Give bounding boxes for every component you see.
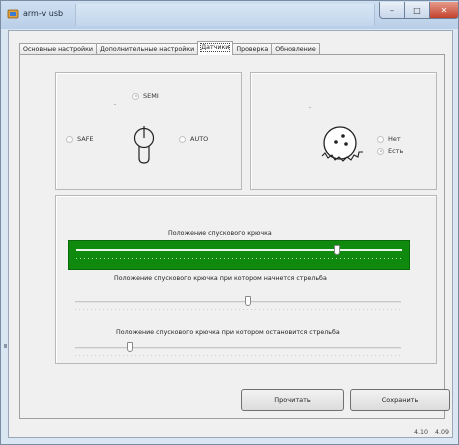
radio-semi[interactable]: SEMI — [132, 92, 159, 100]
minimize-icon: – — [390, 5, 394, 15]
version-left: 4.10 — [414, 429, 429, 436]
read-button[interactable]: Прочитать — [241, 389, 344, 411]
client-area: Основные настройки Дополнительные настро… — [8, 30, 453, 438]
title-bar[interactable]: arm-v usb – □ ✕ — [1, 1, 459, 29]
radio-no-magazine[interactable]: Нет — [377, 135, 401, 143]
fire-start-track[interactable] — [75, 301, 401, 303]
save-button[interactable]: Сохранить — [350, 389, 450, 411]
trigger-position-thumb — [333, 245, 340, 255]
minimize-button[interactable]: – — [379, 2, 405, 19]
gear-icon — [321, 126, 363, 162]
title-strip — [75, 4, 375, 26]
fire-stop-label: Положение спускового крючка при котором … — [116, 329, 340, 336]
magazine-group: . Нет Есть — [250, 72, 437, 190]
close-icon: ✕ — [440, 5, 448, 15]
window-title: arm-v usb — [23, 9, 64, 18]
trigger-position-label: Положение спускового крючка — [168, 230, 272, 237]
radio-no-label: Нет — [388, 135, 401, 143]
fire-start-label: Положение спускового крючка при котором … — [114, 275, 327, 282]
trigger-group: Положение спускового крючка Положение сп… — [55, 195, 437, 364]
radio-safe[interactable]: SAFE — [66, 135, 94, 143]
fire-selector-icon — [133, 126, 155, 164]
trigger-position-track — [68, 240, 410, 270]
fire-stop-track[interactable] — [75, 347, 401, 349]
radio-auto[interactable]: AUTO — [179, 135, 208, 143]
close-button[interactable]: ✕ — [429, 2, 459, 19]
radio-yes-indicator[interactable] — [377, 147, 384, 155]
version-right: 4.09 — [435, 429, 450, 436]
radio-has-magazine[interactable]: Есть — [377, 147, 403, 155]
radio-yes-label: Есть — [388, 147, 404, 155]
app-icon — [7, 9, 19, 19]
window-edge-mark — [4, 344, 7, 348]
maximize-button[interactable]: □ — [404, 2, 430, 19]
trigger-position-line — [76, 249, 402, 251]
radio-safe-indicator[interactable] — [66, 135, 73, 143]
radio-auto-indicator[interactable] — [179, 135, 186, 143]
maximize-icon: □ — [413, 5, 421, 15]
tab-sensors[interactable]: Датчики — [197, 41, 234, 55]
radio-semi-indicator[interactable] — [132, 92, 139, 100]
sensors-tab-panel: . SEMI SAFE AUTO . Нет Есть Положение сп… — [19, 54, 450, 419]
app-window: arm-v usb – □ ✕ Основные настройки Допол… — [0, 0, 459, 445]
radio-safe-label: SAFE — [77, 135, 94, 143]
fire-start-ticks — [75, 309, 401, 310]
fire-start-thumb[interactable] — [244, 296, 251, 306]
magazine-caption-dot: . — [309, 103, 312, 110]
radio-no-indicator[interactable] — [377, 135, 384, 143]
fire-mode-caption-dot: . — [114, 100, 117, 107]
tab-strip: Основные настройки Дополнительные настро… — [19, 41, 320, 55]
radio-auto-label: AUTO — [190, 135, 209, 143]
fire-stop-thumb[interactable] — [127, 342, 134, 352]
trigger-position-ticks — [76, 258, 402, 259]
fire-stop-ticks — [75, 355, 401, 356]
radio-semi-label: SEMI — [143, 92, 159, 100]
fire-mode-group: . SEMI SAFE AUTO — [55, 72, 242, 190]
